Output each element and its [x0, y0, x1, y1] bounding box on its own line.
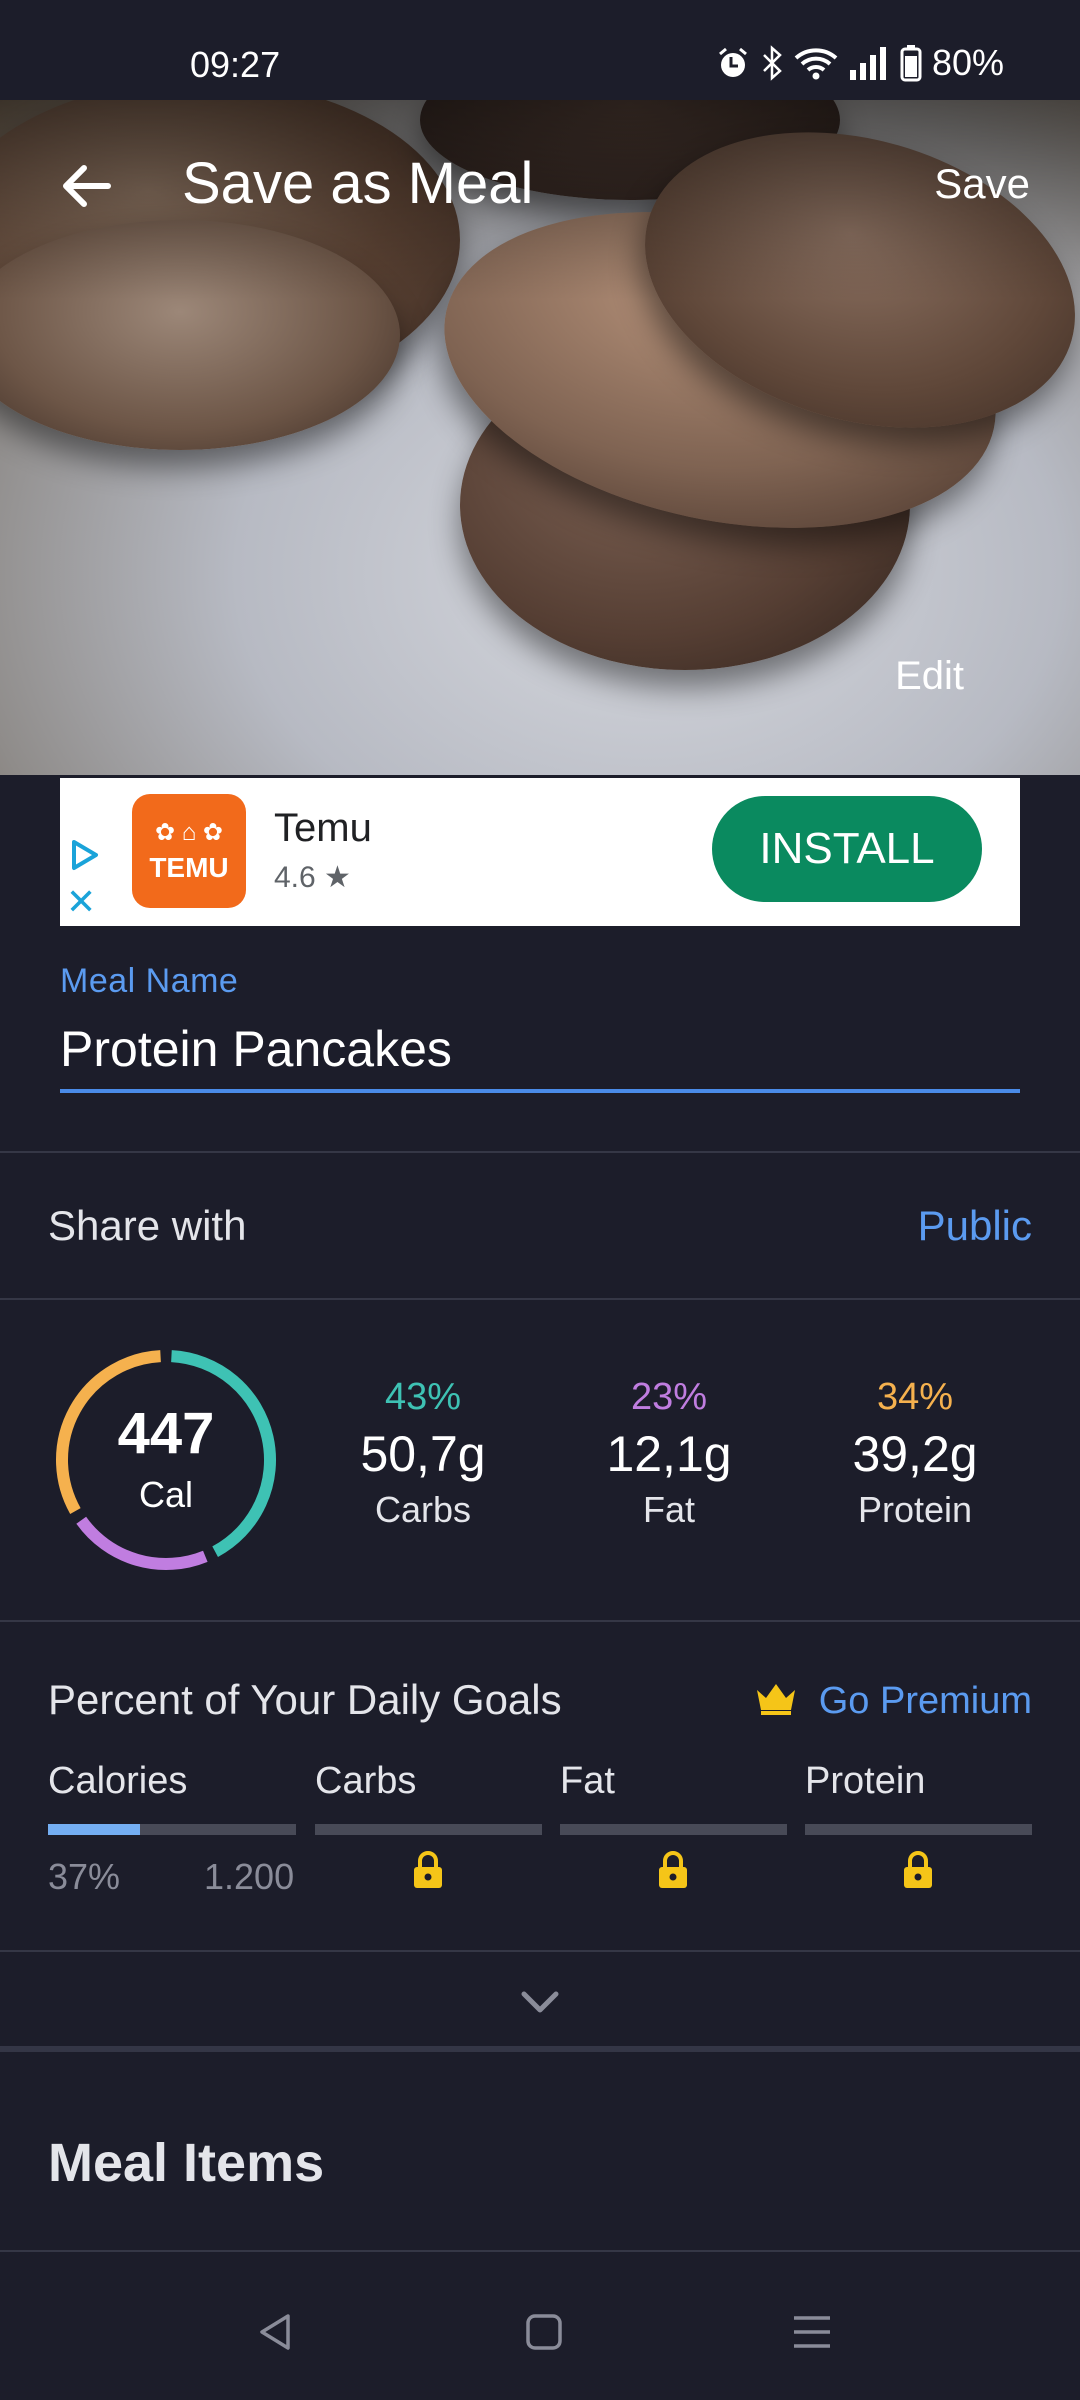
macro-carbs: 43% 50,7g Carbs — [313, 1376, 533, 1531]
temu-logo-text: TEMU — [149, 852, 229, 883]
temu-logo-graphic: ✿ ⌂ ✿ — [154, 819, 224, 846]
goal-label-fat: Fat — [560, 1760, 615, 1802]
nav-back-icon[interactable] — [254, 2310, 298, 2354]
goal-track-carbs — [315, 1824, 542, 1835]
goal-label-carbs: Carbs — [315, 1760, 417, 1802]
divider — [0, 1950, 1080, 1952]
calorie-unit: Cal — [138, 1474, 194, 1515]
meal-name-label: Meal Name — [60, 962, 239, 1000]
daily-goals-title: Percent of Your Daily Goals — [48, 1676, 562, 1723]
divider — [0, 1298, 1080, 1300]
go-premium-link[interactable]: Go Premium — [819, 1680, 1032, 1723]
divider — [0, 1620, 1080, 1622]
meal-name-underline — [60, 1089, 1020, 1093]
protein-percent: 34% — [876, 1376, 954, 1418]
goal-track-fat — [560, 1824, 787, 1835]
page-title: Save as Meal — [182, 151, 534, 216]
wifi-icon — [794, 48, 838, 80]
status-time: 09:27 — [190, 44, 281, 85]
protein-grams: 39,2g — [852, 1426, 978, 1482]
adchoices-icon[interactable] — [68, 838, 102, 872]
chevron-down-icon[interactable] — [510, 1984, 570, 2020]
save-button[interactable]: Save — [934, 160, 1030, 208]
ad-rating: 4.6 ★ — [274, 861, 351, 894]
ad-app-name: Temu — [274, 806, 372, 850]
bluetooth-icon — [763, 45, 782, 81]
back-arrow-icon[interactable] — [56, 156, 116, 216]
meal-name-input[interactable]: Protein Pancakes — [60, 1020, 452, 1078]
divider — [0, 2250, 1080, 2252]
signal-icon — [849, 47, 886, 80]
carbs-label: Carbs — [374, 1489, 472, 1530]
carbs-grams: 50,7g — [360, 1426, 486, 1482]
goal-calories-target: 1.200 — [204, 1856, 295, 1897]
fat-label: Fat — [642, 1489, 695, 1530]
battery-percent: 80% — [931, 42, 1004, 83]
alarm-icon — [718, 47, 747, 77]
meal-items-heading: Meal Items — [48, 2133, 325, 2193]
goal-label-protein: Protein — [805, 1760, 926, 1802]
section-divider — [0, 2046, 1080, 2052]
lock-icon[interactable] — [901, 1850, 935, 1890]
lock-icon[interactable] — [411, 1850, 445, 1890]
goal-track-protein — [805, 1824, 1032, 1835]
carbs-percent: 43% — [384, 1376, 462, 1418]
nav-home-icon[interactable] — [522, 2310, 566, 2354]
macro-protein: 34% 39,2g Protein — [805, 1376, 1025, 1531]
calorie-total: 447 — [117, 1401, 215, 1466]
status-icons: 80% — [716, 42, 1004, 84]
edit-photo-button[interactable]: Edit — [895, 654, 964, 699]
install-button[interactable]: INSTALL — [712, 796, 982, 902]
macro-fat: 23% 12,1g Fat — [559, 1376, 779, 1531]
protein-label: Protein — [857, 1489, 973, 1530]
hero-shade — [0, 100, 1080, 300]
fat-grams: 12,1g — [606, 1426, 732, 1482]
battery-icon — [900, 45, 922, 82]
fat-percent: 23% — [630, 1376, 708, 1418]
temu-logo: ✿ ⌂ ✿ TEMU — [132, 794, 246, 908]
fat-arc — [76, 1516, 208, 1570]
nav-menu-icon[interactable] — [790, 2310, 834, 2354]
goal-label-calories: Calories — [48, 1760, 188, 1802]
divider — [0, 1151, 1080, 1153]
lock-icon[interactable] — [656, 1850, 690, 1890]
ad-close-icon[interactable]: ✕ — [66, 884, 96, 920]
goal-fill-calories — [48, 1824, 140, 1835]
crown-icon[interactable] — [754, 1680, 798, 1716]
share-visibility-select[interactable]: Public — [918, 1202, 1032, 1250]
share-with-label: Share with — [48, 1202, 247, 1249]
goal-calories-percent: 37% — [48, 1856, 121, 1897]
